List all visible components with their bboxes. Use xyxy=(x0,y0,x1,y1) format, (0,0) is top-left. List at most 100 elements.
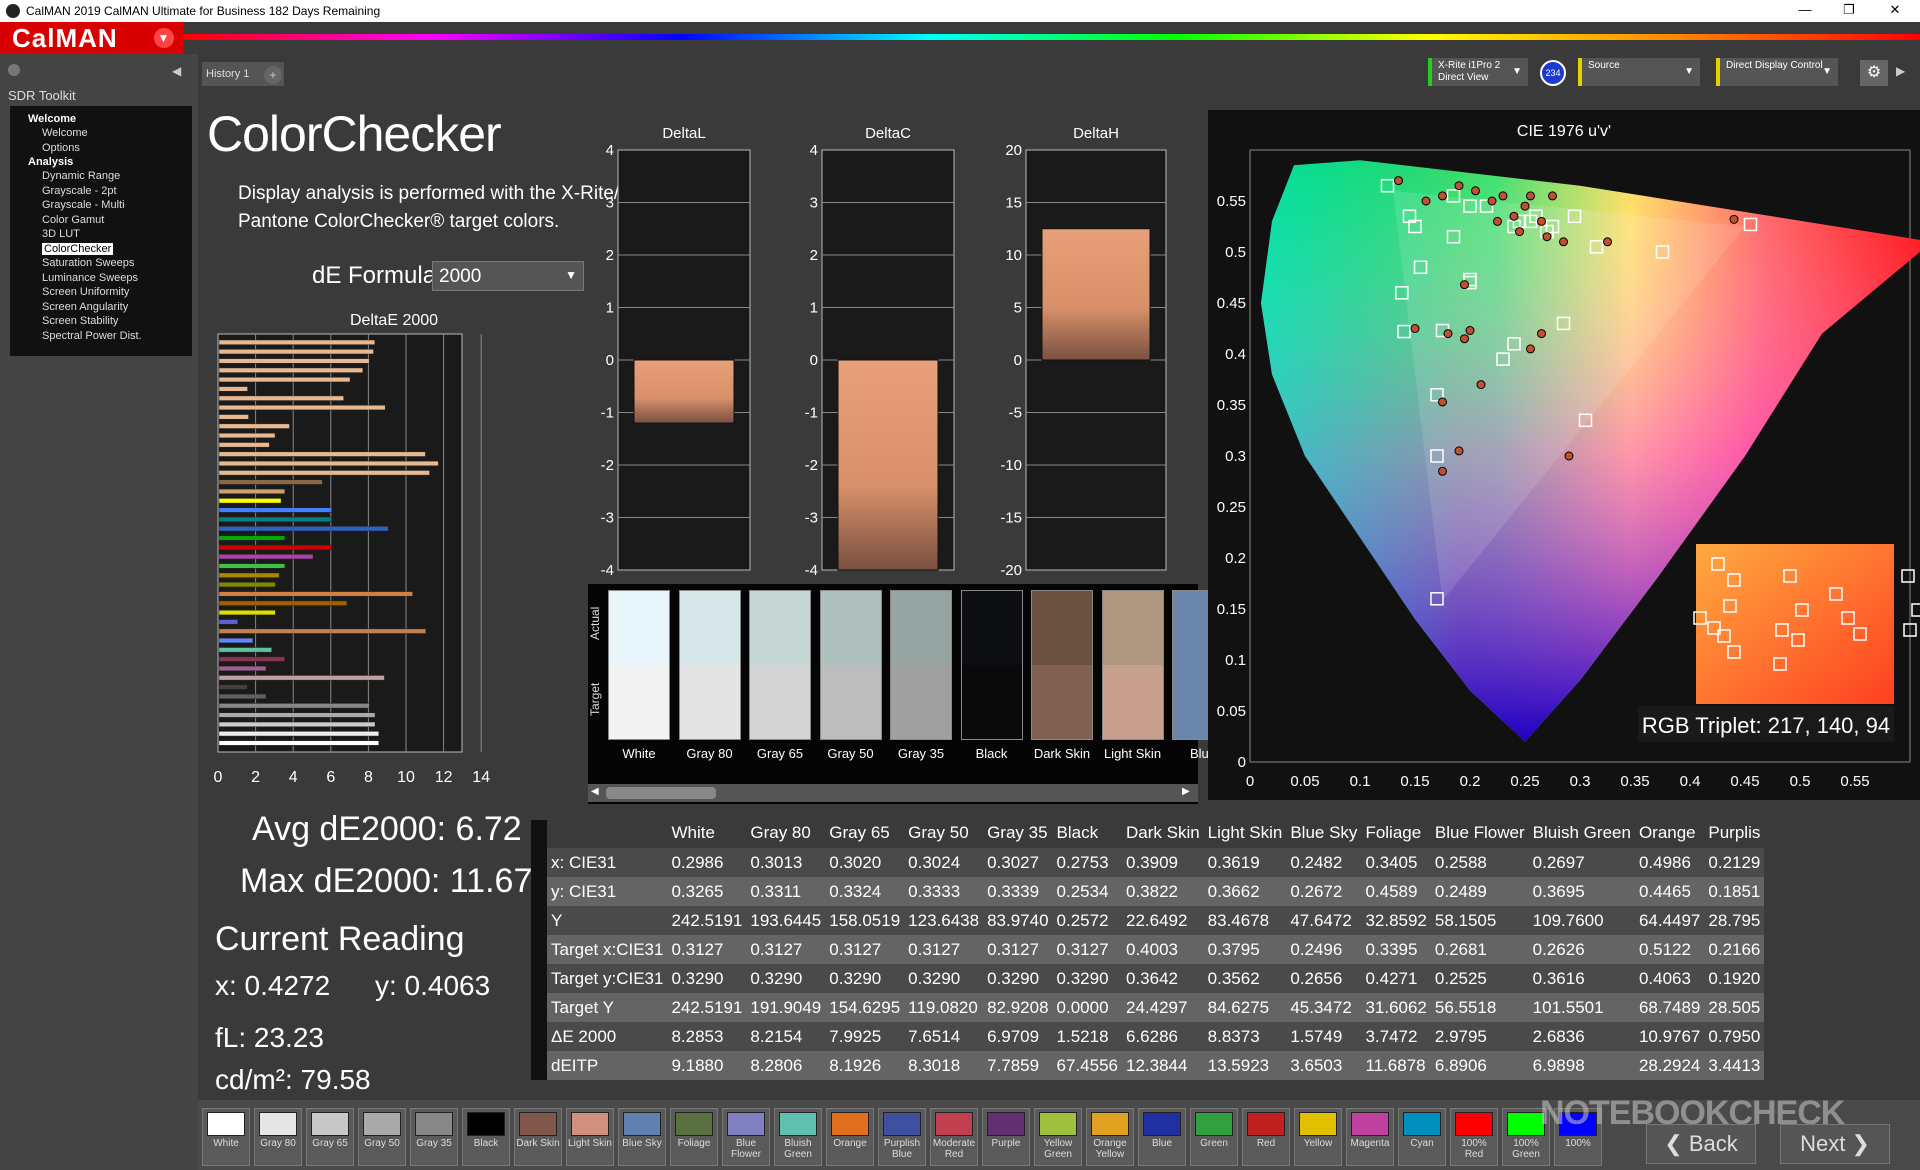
deltae-bar xyxy=(218,395,344,401)
tree-group-welcome[interactable]: Welcome xyxy=(10,112,192,126)
cie-x-tick: 0.05 xyxy=(1290,773,1319,790)
swatch-button[interactable]: Yellow Green xyxy=(1034,1108,1082,1166)
deltae-bar xyxy=(218,731,380,737)
tree-item-screen-angularity[interactable]: Screen Angularity xyxy=(10,300,192,315)
swatch-button[interactable]: Gray 80 xyxy=(254,1108,302,1166)
description-line-1: Display analysis is performed with the X… xyxy=(238,183,620,204)
tree-item-spectral-power[interactable]: Spectral Power Dist. xyxy=(10,329,192,344)
display-selector[interactable]: Direct Display Control ▼ xyxy=(1716,58,1838,86)
table-cell: 9.1880 xyxy=(667,1051,747,1080)
patch xyxy=(749,590,811,740)
swatch-button[interactable]: Gray 65 xyxy=(306,1108,354,1166)
collapse-sidebar-icon[interactable]: ◀ xyxy=(172,64,181,78)
current-y: y: 0.4063 xyxy=(375,970,491,1001)
swatch-button[interactable]: Purple xyxy=(982,1108,1030,1166)
meter-selector[interactable]: X-Rite i1Pro 2 Direct View ▼ xyxy=(1428,58,1528,86)
swatch-button[interactable]: Magenta xyxy=(1346,1108,1394,1166)
page-title: ColorChecker xyxy=(207,106,502,162)
chevron-down-icon: ▼ xyxy=(1684,66,1694,77)
table-cell: 58.1505 xyxy=(1430,906,1529,935)
swatch-button[interactable]: Blue Flower xyxy=(722,1108,770,1166)
deltae-bar xyxy=(218,386,248,392)
table-cell: 6.9709 xyxy=(983,1022,1053,1051)
swatch-label: Orange xyxy=(833,1138,867,1149)
row-label-target: Target xyxy=(588,682,602,716)
formula-select[interactable]: 2000 ▼ xyxy=(432,261,584,291)
swatch-label: Blue xyxy=(1151,1138,1172,1149)
swatch-label: Gray 35 xyxy=(416,1138,452,1149)
deltae-bar xyxy=(218,675,385,681)
table-cell: Target x:CIE31 xyxy=(531,935,668,964)
swatch-button[interactable]: White xyxy=(202,1108,250,1166)
add-tab-button[interactable]: + xyxy=(264,66,282,84)
scroll-right-icon[interactable]: ▶ xyxy=(1182,786,1190,797)
patch xyxy=(608,590,670,740)
swatch-button[interactable]: Orange Yellow xyxy=(1086,1108,1134,1166)
swatch-button[interactable]: Dark Skin xyxy=(514,1108,562,1166)
tree-group-analysis[interactable]: Analysis xyxy=(10,155,192,169)
swatch-label: Black xyxy=(473,1138,499,1149)
filmstrip-scrollbar[interactable]: ◀ ▶ xyxy=(588,784,1198,802)
table-cell: 0.3662 xyxy=(1203,877,1287,906)
swatch-button[interactable]: Black xyxy=(462,1108,510,1166)
measured-dot xyxy=(1537,216,1546,226)
swatch-button[interactable]: Orange xyxy=(826,1108,874,1166)
tree-item-grayscale-2pt[interactable]: Grayscale - 2pt xyxy=(10,184,192,199)
cie-x-tick: 0.3 xyxy=(1570,773,1591,790)
tree-item-screen-uniformity[interactable]: Screen Uniformity xyxy=(10,285,192,300)
tree-item-dynamic-range[interactable]: Dynamic Range xyxy=(10,169,192,184)
swatch-button[interactable]: Bluish Green xyxy=(774,1108,822,1166)
delta-tick-label: -1 xyxy=(805,405,818,422)
swatch-color xyxy=(571,1112,609,1136)
swatch-button[interactable]: Blue Sky xyxy=(618,1108,666,1166)
minimize-icon[interactable]: — xyxy=(1790,2,1820,20)
source-selector[interactable]: Source ▼ xyxy=(1578,58,1700,86)
swatch-button[interactable]: Foliage xyxy=(670,1108,718,1166)
table-cell: 8.1926 xyxy=(825,1051,905,1080)
tree-item-color-gamut[interactable]: Color Gamut xyxy=(10,213,192,228)
meter-badge[interactable]: 234 xyxy=(1540,60,1566,86)
swatch-button[interactable]: Red xyxy=(1242,1108,1290,1166)
tree-item-welcome[interactable]: Welcome xyxy=(10,126,192,141)
swatch-button[interactable]: Gray 35 xyxy=(410,1108,458,1166)
cie-x-tick: 0 xyxy=(1246,773,1254,790)
swatch-button[interactable]: Blue xyxy=(1138,1108,1186,1166)
swatch-button[interactable]: Purplish Blue xyxy=(878,1108,926,1166)
table-cell: x: CIE31 xyxy=(531,848,668,877)
table-cell: 0.3290 xyxy=(1052,964,1122,993)
swatch-button[interactable]: Moderate Red xyxy=(930,1108,978,1166)
tree-item-screen-stability[interactable]: Screen Stability xyxy=(10,314,192,329)
table-cell: 67.4556 xyxy=(1052,1051,1122,1080)
tree-item-luminance-sweeps[interactable]: Luminance Sweeps xyxy=(10,271,192,286)
deltae-bar xyxy=(218,740,380,746)
close-icon[interactable]: ✕ xyxy=(1880,2,1910,20)
tree-item-3d-lut[interactable]: 3D LUT xyxy=(10,227,192,242)
tree-item-colorchecker[interactable]: ColorChecker xyxy=(10,242,192,257)
collapse-right-icon[interactable]: ▶ xyxy=(1896,64,1905,78)
patch-label: Gray 35 xyxy=(897,746,945,761)
swatch-button[interactable]: Green xyxy=(1190,1108,1238,1166)
settings-gear-icon[interactable]: ⚙ xyxy=(1860,60,1888,86)
scroll-left-icon[interactable]: ◀ xyxy=(591,786,599,797)
maximize-icon[interactable]: ❐ xyxy=(1834,2,1864,20)
table-cell: 0.3909 xyxy=(1121,848,1204,877)
back-button[interactable]: ❮ Back xyxy=(1646,1124,1756,1164)
swatch-button[interactable]: Yellow xyxy=(1294,1108,1342,1166)
rgb-triplet: RGB Triplet: 217, 140, 94 xyxy=(1642,713,1890,738)
cie-y-tick: 0.4 xyxy=(1225,346,1246,363)
calman-logo-button[interactable]: CalMAN ▼ xyxy=(0,22,184,54)
next-button[interactable]: Next ❯ xyxy=(1780,1124,1890,1164)
deltae-bar xyxy=(218,488,286,495)
pin-icon[interactable] xyxy=(8,64,20,76)
delta-tick-label: -2 xyxy=(805,457,818,474)
swatch-button[interactable]: Cyan xyxy=(1398,1108,1446,1166)
tree-item-saturation-sweeps[interactable]: Saturation Sweeps xyxy=(10,256,192,271)
swatch-button[interactable]: 100% Red xyxy=(1450,1108,1498,1166)
tree-item-options[interactable]: Options xyxy=(10,141,192,156)
table-cell: 2.9795 xyxy=(1430,1022,1529,1051)
tree-item-grayscale-multi[interactable]: Grayscale - Multi xyxy=(10,198,192,213)
swatch-button[interactable]: Light Skin xyxy=(566,1108,614,1166)
scrollbar-thumb[interactable] xyxy=(606,787,716,799)
swatch-button[interactable]: Gray 50 xyxy=(358,1108,406,1166)
deltae-tick-label: 6 xyxy=(326,769,335,786)
